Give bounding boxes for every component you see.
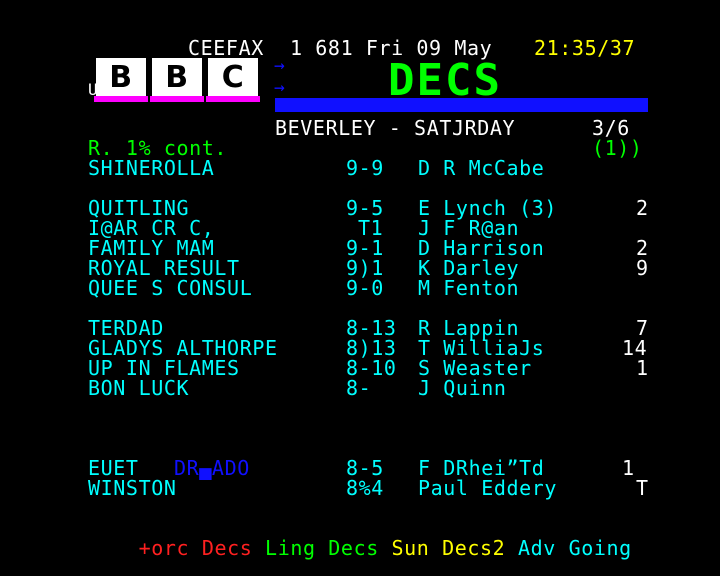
runner-jockey: J Quinn: [418, 376, 507, 400]
fastext-yellow-link[interactable]: Sun: [392, 536, 430, 560]
fastext-red-link[interactable]: +orc: [139, 536, 190, 560]
bbc-letter: B: [165, 60, 189, 95]
header-clock: 21:35/37: [534, 36, 636, 60]
runner-horse: QUITLING: [88, 196, 190, 220]
runner-draw: T: [636, 476, 649, 500]
runner-horse-extra: DR▄ADO: [174, 456, 250, 480]
runner-weight: 9-1: [346, 236, 384, 260]
runner-weight: 8%4: [346, 476, 384, 500]
runner-jockey: F DRhei”Td: [418, 456, 545, 480]
runner-draw: 9: [636, 256, 649, 280]
race-header: R. 1% cont.: [88, 136, 228, 160]
runner-horse: SHINEROLLA: [88, 156, 215, 180]
runner-jockey: R Lappin: [418, 316, 520, 340]
race-number: (1)): [592, 136, 643, 160]
runner-weight: 8-10: [346, 356, 397, 380]
runner-weight: 8-13: [346, 316, 397, 340]
runner-jockey: E Lynch (3): [418, 196, 558, 220]
runner-jockey: K Darley: [418, 256, 520, 280]
runner-horse: TERDAD: [88, 316, 164, 340]
bbc-logo-c: C: [206, 58, 260, 102]
runner-weight: 9-0: [346, 276, 384, 300]
teletext-screen: { "header": { "service": "CEEFAX", "page…: [0, 0, 720, 576]
runner-draw: 14: [622, 336, 648, 360]
runner-horse: UP IN FLAMES: [88, 356, 240, 380]
fastext-cyan-link[interactable]: Adv: [518, 536, 556, 560]
runner-weight: 9-9: [346, 156, 384, 180]
logo-underline: [150, 96, 204, 102]
runner-weight: 8-: [346, 376, 372, 400]
bbc-letter: C: [221, 60, 245, 95]
runner-jockey: D R McCabe: [418, 156, 545, 180]
runner-horse: QUEE S CONSUL: [88, 276, 253, 300]
fastext-green-link[interactable]: Decs: [328, 536, 379, 560]
fastext-cyan-link[interactable]: Going: [569, 536, 632, 560]
runner-horse: ROYAL RESULT: [88, 256, 240, 280]
bbc-letter: B: [109, 60, 133, 95]
runner-weight: 9-5: [346, 196, 384, 220]
runner-jockey: Paul Eddery: [418, 476, 558, 500]
fastext-yellow-link[interactable]: Decs2: [442, 536, 505, 560]
runner-draw: 1: [636, 356, 649, 380]
runner-draw: 2: [636, 196, 649, 220]
runner-draw: 7: [636, 316, 649, 340]
runner-jockey: T WilliaJs: [418, 336, 545, 360]
runner-weight: 8)13: [346, 336, 397, 360]
runner-weight: 9)1: [346, 256, 384, 280]
fastext-bar: +orc Decs Ling Decs Sun Decs2 Adv Going: [88, 518, 632, 576]
title-bar: [275, 98, 648, 112]
header-service: CEEFAX: [188, 36, 264, 60]
logo-underline: [206, 96, 260, 102]
runner-weight: T1: [358, 216, 384, 240]
runner-draw: 1: [622, 456, 635, 480]
runner-jockey: D Harrison: [418, 236, 545, 260]
runner-horse: EUET: [88, 456, 139, 480]
runner-horse: WINSTON: [88, 476, 177, 500]
runner-weight: 8-5: [346, 456, 384, 480]
runner-jockey: J F R@an: [418, 216, 520, 240]
bbc-logo-b1: B: [94, 58, 148, 102]
runner-jockey: M Fenton: [418, 276, 520, 300]
runner-jockey: S Weaster: [418, 356, 532, 380]
fastext-green-link[interactable]: Ling: [265, 536, 316, 560]
page-title: DECS: [388, 55, 502, 106]
fastext-red-link[interactable]: Decs: [202, 536, 253, 560]
meeting-name: BEVERLEY - SATJRDAY: [275, 116, 516, 140]
runner-horse: I@AR CR C,: [88, 216, 215, 240]
runner-horse: BON LUCK: [88, 376, 190, 400]
runner-horse: GLADYS ALTHORPE: [88, 336, 278, 360]
arrow-right-icon: →: [274, 77, 286, 98]
runner-draw: 2: [636, 236, 649, 260]
arrow-right-icon: →: [274, 55, 286, 76]
runner-horse: FAMILY MAM: [88, 236, 215, 260]
logo-underline: [94, 96, 148, 102]
bbc-logo-b2: B: [150, 58, 204, 102]
subpage-count: 3/6: [592, 116, 630, 140]
